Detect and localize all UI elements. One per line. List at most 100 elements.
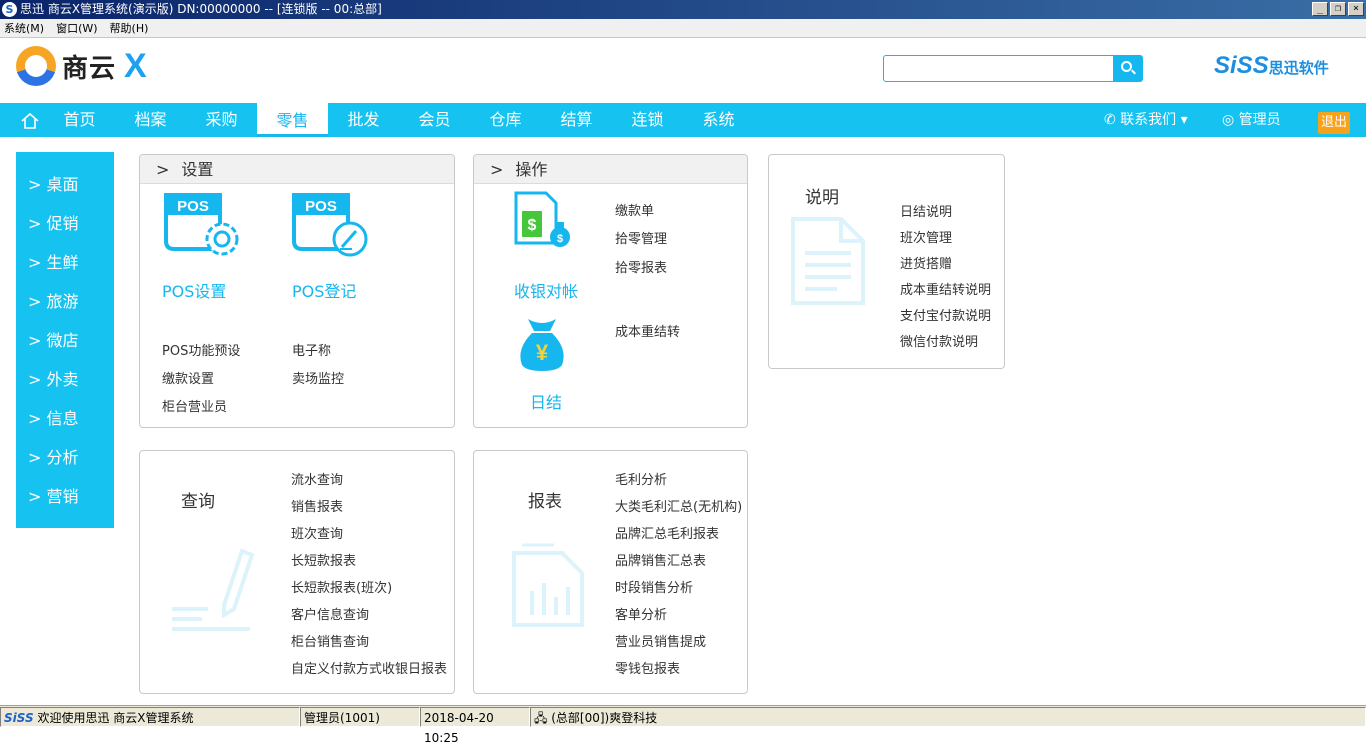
user-menu[interactable]: ◎ 管理员 [1222,103,1281,137]
logo-swirl-icon [16,46,56,86]
operation-panel: > 操作 $ $ 收银对帐 ¥ 日结 缴款单 拾零管理 拾零报表 成本重结转 [473,154,748,428]
svg-text:POS: POS [177,198,209,215]
shift-query-link[interactable]: 班次查询 [291,523,343,542]
staff-commission-link[interactable]: 营业员销售提成 [615,631,706,650]
change-management-link[interactable]: 拾零管理 [615,228,667,247]
status-user: 管理员(1001) [300,707,420,727]
nav-tab-archive[interactable]: 档案 [115,103,186,137]
notes-title: 说明 [805,188,839,208]
search-button[interactable] [1113,55,1143,82]
cost-recarry-link[interactable]: 成本重结转 [615,321,680,340]
title-bar: S 思迅 商云X管理系统(演示版) DN:00000000 -- [连锁版 --… [0,0,1366,19]
settings-panel-header: > 设置 [140,155,454,184]
minimize-button[interactable]: _ [1312,2,1328,16]
sidebar-item-info[interactable]: > 信息 [16,401,114,440]
window-controls: _ ❐ × [1312,2,1364,16]
app-logo-icon: S [2,2,17,17]
brand-sales-summary-link[interactable]: 品牌销售汇总表 [615,550,706,569]
transaction-query-link[interactable]: 流水查询 [291,469,343,488]
phone-icon: ✆ [1104,112,1116,128]
nav-tab-system[interactable]: 系统 [683,103,754,137]
nav-tab-purchase[interactable]: 采购 [186,103,257,137]
sales-report-link[interactable]: 销售报表 [291,496,343,515]
daily-close-note-link[interactable]: 日结说明 [900,201,952,220]
settings-panel: > 设置 POS POS设置 POS POS登记 POS功能预设 缴款设置 柜台营… [139,154,455,428]
nav-tab-warehouse[interactable]: 仓库 [470,103,541,137]
daily-close-link[interactable]: 日结 [530,389,562,413]
sidebar-item-marketing[interactable]: > 营销 [16,479,114,518]
svg-text:¥: ¥ [536,340,549,365]
store-monitor-link[interactable]: 卖场监控 [292,368,344,387]
overshort-shift-report-link[interactable]: 长短款报表(班次) [291,577,392,596]
pos-settings-icon[interactable]: POS [162,191,242,259]
scale-link[interactable]: 电子称 [292,340,331,359]
pos-settings-link[interactable]: POS设置 [162,278,226,302]
status-datetime: 2018-04-20 10:25 [420,707,530,745]
overshort-report-link[interactable]: 长短款报表 [291,550,356,569]
customer-info-query-link[interactable]: 客户信息查询 [291,604,369,623]
sidebar-item-takeout[interactable]: > 外卖 [16,362,114,401]
report-title: 报表 [528,492,562,512]
gross-profit-analysis-link[interactable]: 毛利分析 [615,469,667,488]
svg-text:$: $ [557,233,563,245]
nav-tab-home[interactable]: 首页 [44,103,115,137]
svg-text:POS: POS [305,198,337,215]
pos-preset-link[interactable]: POS功能预设 [162,340,240,359]
counter-sales-query-link[interactable]: 柜台销售查询 [291,631,369,650]
menu-window[interactable]: 窗口(W) [56,19,97,37]
counter-staff-link[interactable]: 柜台营业员 [162,396,227,415]
custom-payment-daily-report-link[interactable]: 自定义付款方式收银日报表 [291,658,447,677]
sidebar-item-analysis[interactable]: > 分析 [16,440,114,479]
logout-button[interactable]: 退出 [1318,112,1350,134]
sidebar-item-microstore[interactable]: > 微店 [16,323,114,362]
app-header: 商云 X SiSS思迅软件 [0,40,1366,103]
sidebar: > 桌面 > 促销 > 生鲜 > 旅游 > 微店 > 外卖 > 信息 > 分析 … [16,152,114,528]
sidebar-item-promotion[interactable]: > 促销 [16,206,114,245]
alipay-note-link[interactable]: 支付宝付款说明 [900,305,991,324]
sidebar-item-desktop[interactable]: > 桌面 [16,167,114,206]
category-profit-summary-link[interactable]: 大类毛利汇总(无机构) [615,496,742,515]
wechat-pay-note-link[interactable]: 微信付款说明 [900,331,978,350]
nav-tab-settlement[interactable]: 结算 [541,103,612,137]
change-report-link[interactable]: 拾零报表 [615,257,667,276]
sidebar-item-fresh[interactable]: > 生鲜 [16,245,114,284]
purchase-gift-note-link[interactable]: 进货搭赠 [900,253,952,272]
brand-profit-report-link[interactable]: 品牌汇总毛利报表 [615,523,719,542]
pos-register-link[interactable]: POS登记 [292,278,356,302]
nav-tabs: 首页 档案 采购 零售 批发 会员 仓库 结算 连锁 系统 [44,103,754,137]
nav-tab-chain[interactable]: 连锁 [612,103,683,137]
cash-check-icon[interactable]: $ $ [512,191,574,251]
home-icon[interactable] [20,111,40,131]
shift-management-note-link[interactable]: 班次管理 [900,227,952,246]
menu-bar: 系统(M) 窗口(W) 帮助(H) [0,19,1366,38]
wallet-report-link[interactable]: 零钱包报表 [615,658,680,677]
notes-panel: 说明 日结说明 班次管理 进货搭赠 成本重结转说明 支付宝付款说明 微信付款说明 [768,154,1005,369]
nav-tab-member[interactable]: 会员 [399,103,470,137]
nav-tab-wholesale[interactable]: 批发 [328,103,399,137]
status-welcome: SiSS 欢迎使用思迅 商云X管理系统 [0,707,300,727]
per-customer-analysis-link[interactable]: 客单分析 [615,604,667,623]
pos-register-icon[interactable]: POS [290,191,370,259]
payment-settings-link[interactable]: 缴款设置 [162,368,214,387]
menu-system[interactable]: 系统(M) [4,19,44,37]
daily-close-icon[interactable]: ¥ [514,313,570,375]
payment-slip-link[interactable]: 缴款单 [615,200,654,219]
siss-status-logo: SiSS [4,711,34,725]
user-icon: ◎ [1222,112,1235,128]
status-org: 🖧 (总部[00])爽登科技 [530,707,1366,727]
restore-button[interactable]: ❐ [1330,2,1346,16]
search-input[interactable] [883,55,1114,82]
query-title: 查询 [181,492,215,512]
time-period-sales-link[interactable]: 时段销售分析 [615,577,693,596]
status-bar: SiSS 欢迎使用思迅 商云X管理系统 管理员(1001) 2018-04-20… [0,705,1366,745]
nav-tab-retail[interactable]: 零售 [257,103,328,137]
close-button[interactable]: × [1348,2,1364,16]
sidebar-item-travel[interactable]: > 旅游 [16,284,114,323]
cost-recarry-note-link[interactable]: 成本重结转说明 [900,279,991,298]
contact-us-menu[interactable]: ✆ 联系我们 ▾ [1104,103,1188,137]
cash-check-link[interactable]: 收银对帐 [514,278,578,302]
app-logo[interactable]: 商云 X [16,46,147,86]
operation-panel-header: > 操作 [474,155,747,184]
logo-x: X [124,46,147,85]
menu-help[interactable]: 帮助(H) [110,19,149,37]
